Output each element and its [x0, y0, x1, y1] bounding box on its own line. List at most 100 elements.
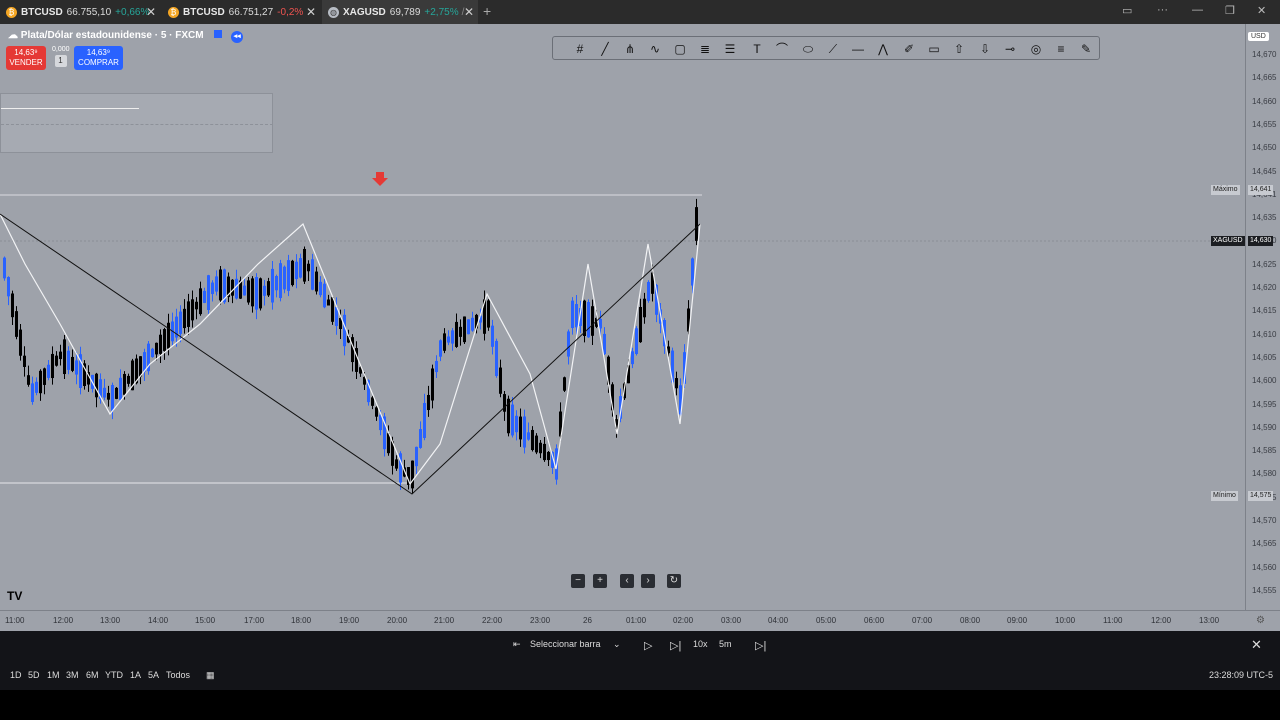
select-bar-icon[interactable]: ⇤ [513, 639, 521, 650]
scroll-right-button[interactable]: › [641, 574, 655, 588]
range-button-5d[interactable]: 5D [28, 670, 40, 680]
replay-interval[interactable]: 5m [719, 639, 732, 649]
sell-price: 14,63⁹ [14, 48, 38, 57]
close-icon[interactable]: ✕ [146, 5, 156, 19]
candle [43, 368, 46, 385]
candle [15, 311, 18, 337]
candle [431, 368, 434, 401]
measure-icon[interactable]: ⊸ [1001, 40, 1019, 58]
price-tick: 14,555 [1252, 585, 1277, 595]
select-bar-button[interactable]: Seleccionar barra [530, 639, 601, 649]
ray-icon[interactable]: ⟋ [824, 40, 842, 58]
range-button-6m[interactable]: 6M [86, 670, 99, 680]
play-icon[interactable]: ▷ [644, 639, 652, 652]
arrow-up-icon[interactable]: ⇧ [950, 40, 968, 58]
more-icon[interactable]: ··· [1157, 4, 1168, 16]
quantity-box[interactable]: 0,000 1 [52, 46, 70, 70]
close-icon[interactable]: ✕ [464, 5, 474, 19]
trendline-icon[interactable]: ╱ [596, 40, 614, 58]
range-button-todos[interactable]: Todos [166, 670, 190, 680]
candle [299, 258, 302, 278]
replay-speed[interactable]: 10x [693, 639, 708, 649]
buy-button[interactable]: 14,63⁹ COMPRAR [74, 46, 123, 70]
tradingview-logo[interactable]: TV [7, 589, 22, 603]
range-button-ytd[interactable]: YTD [105, 670, 123, 680]
price-tick: 14,650 [1252, 143, 1277, 153]
candle [527, 432, 530, 440]
time-tick: 04:00 [768, 616, 789, 625]
time-tick: 14:00 [148, 616, 169, 625]
candle [523, 416, 526, 448]
candle [419, 429, 422, 448]
live-square-icon [214, 30, 223, 38]
close-replay-icon[interactable]: ✕ [1251, 637, 1262, 653]
target-icon[interactable]: ◎ [1027, 40, 1045, 58]
range-button-5a[interactable]: 5A [148, 670, 159, 680]
candle [127, 375, 130, 384]
chevron-down-icon[interactable]: ⌄ [613, 639, 621, 650]
candle [139, 356, 142, 377]
callout-icon[interactable]: ▭ [925, 40, 943, 58]
pattern-icon[interactable]: ⋀ [874, 40, 892, 58]
channel-icon[interactable]: ☰ [721, 40, 739, 58]
rectangle-icon[interactable]: ▢ [671, 40, 689, 58]
candle [287, 260, 290, 291]
zoom-in-button[interactable]: + [593, 574, 607, 588]
reset-chart-button[interactable]: ↻ [667, 574, 681, 588]
arrow-down-icon[interactable]: ⇩ [976, 40, 994, 58]
menu-icon[interactable]: ≡ [1052, 40, 1070, 58]
candle [23, 355, 26, 367]
chart-area[interactable]: ☁ Plata/Dólar estadounidense · 5 · FXCM … [0, 24, 1245, 610]
fib-icon[interactable]: ≣ [696, 40, 714, 58]
brush-icon[interactable]: ✐ [900, 40, 918, 58]
time-axis[interactable]: 11:00 12:00 13:00 14:00 15:00 17:00 18:00 19:00… [0, 610, 1280, 631]
curve-icon[interactable]: ⌒ [773, 40, 791, 58]
sell-button[interactable]: 14,63⁹ VENDER [6, 46, 46, 70]
screen-icon[interactable]: ▭ [1122, 4, 1132, 17]
symbol-title-text: Plata/Dólar estadounidense · 5 · FXCM [20, 30, 204, 41]
candle [159, 334, 162, 354]
candle [499, 367, 502, 394]
maximize-icon[interactable]: ❐ [1225, 4, 1235, 17]
new-tab-icon[interactable]: + [483, 3, 491, 19]
current-price-label: 14,630 [1248, 236, 1274, 246]
zoom-out-button[interactable]: − [571, 574, 585, 588]
sell-label: VENDER [9, 58, 43, 67]
ellipse-icon[interactable]: ⬭ [799, 40, 817, 58]
range-button-1m[interactable]: 1M [47, 670, 60, 680]
currency-selector[interactable]: USD [1248, 32, 1269, 41]
candle [55, 355, 58, 366]
pen-icon[interactable]: ✎ [1077, 40, 1095, 58]
calendar-icon[interactable]: ▦ [206, 670, 215, 681]
step-forward-icon[interactable]: ▷| [670, 639, 681, 652]
tab-xagusd[interactable]: ◍ XAGUSD 69,789 +2,75% / ✕ [322, 0, 478, 24]
window-close-icon[interactable]: ✕ [1257, 4, 1266, 17]
range-button-3m[interactable]: 3M [66, 670, 79, 680]
jump-to-realtime-icon[interactable]: ▷| [755, 639, 766, 652]
fork-icon[interactable]: ⋔ [621, 40, 639, 58]
replay-toolbar: ⇤ Seleccionar barra ⌄ ▷ ▷| 10x 5m ▷| ✕ [0, 631, 1280, 661]
candle [279, 263, 282, 299]
tab-change: +2,75% [424, 6, 459, 18]
horizontal-line-icon[interactable]: — [849, 40, 867, 58]
scroll-left-button[interactable]: ‹ [620, 574, 634, 588]
candle [11, 293, 14, 318]
price-axis[interactable]: USD 14,670 14,665 14,660 14,655 14,650 14,645… [1245, 24, 1280, 610]
candle [331, 297, 334, 322]
tab-btcusd-2[interactable]: ₿ BTCUSD 66.751,27 -0,2% ✕ [162, 0, 320, 24]
candle [231, 279, 234, 296]
price-tick: 14,645 [1252, 166, 1277, 176]
range-button-1d[interactable]: 1D [10, 670, 22, 680]
close-icon[interactable]: ✕ [306, 5, 316, 19]
grid-icon[interactable]: # [571, 40, 589, 58]
candle [295, 261, 298, 280]
text-icon[interactable]: T [748, 40, 766, 58]
wave-icon[interactable]: ∿ [646, 40, 664, 58]
price-tick: 14,580 [1252, 469, 1277, 479]
candle [35, 381, 38, 393]
range-button-1a[interactable]: 1A [130, 670, 141, 680]
tab-btcusd-1[interactable]: ₿ BTCUSD 66.755,10 +0,66% ✕ [0, 0, 160, 24]
collapse-icon[interactable]: ◂◂ [231, 31, 244, 43]
settings-icon[interactable]: ⚙ [1256, 615, 1265, 626]
minimize-icon[interactable]: — [1192, 4, 1203, 16]
